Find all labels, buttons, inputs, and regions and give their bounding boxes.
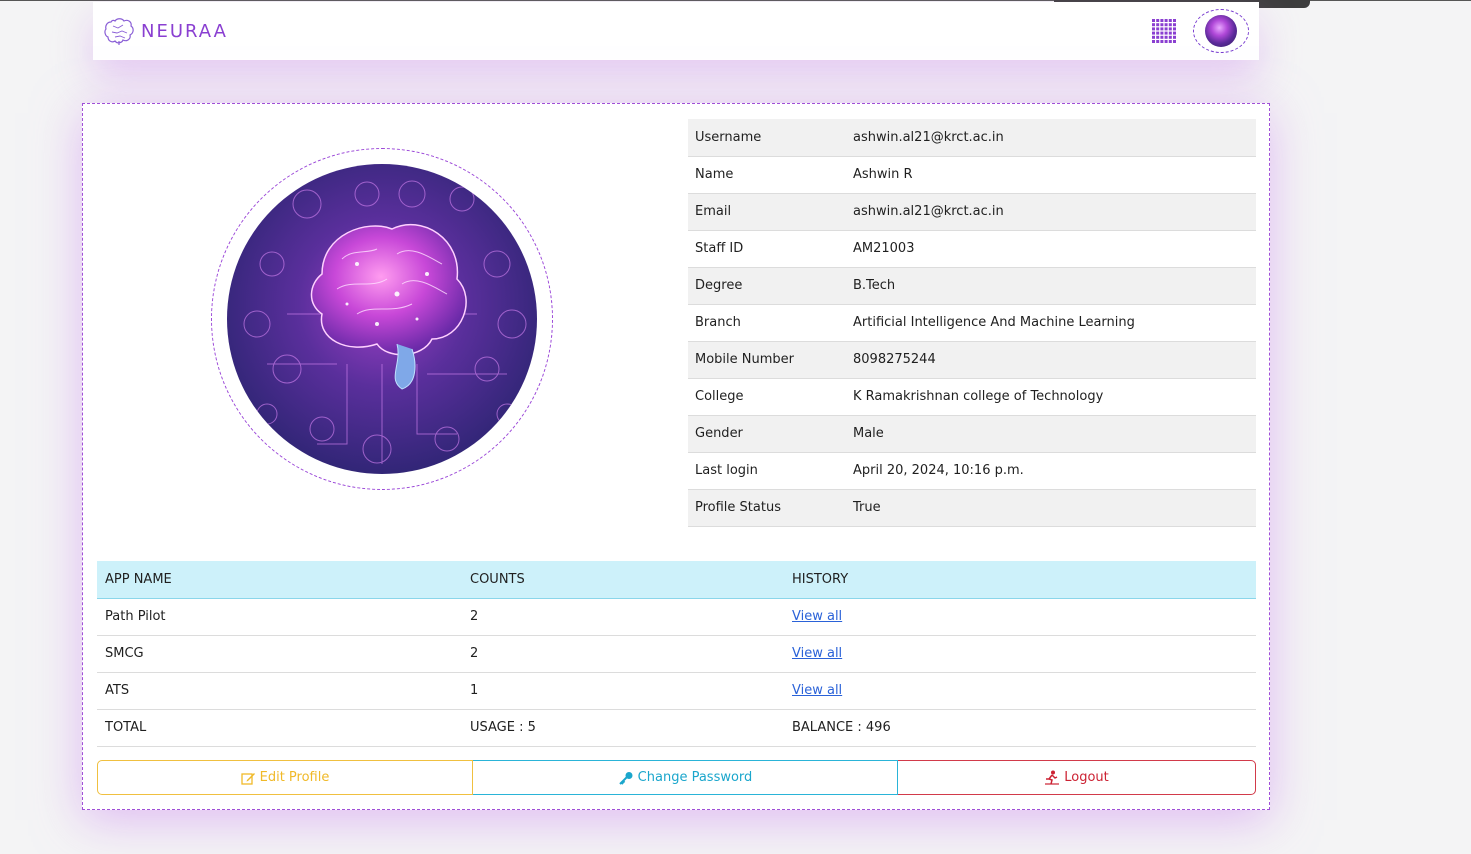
grid-apps-icon[interactable] [1151, 18, 1177, 44]
profile-field-row: College K Ramakrishnan college of Technol… [688, 378, 1256, 416]
edit-profile-button[interactable]: Edit Profile [97, 760, 473, 795]
profile-field-label: Email [688, 193, 846, 231]
column-header-history: HISTORY [784, 561, 1256, 599]
brand[interactable]: NEURAA [103, 16, 228, 46]
app-count-cell: 1 [462, 672, 784, 710]
profile-field-row: Mobile Number 8098275244 [688, 341, 1256, 379]
profile-field-label: Mobile Number [688, 341, 846, 379]
logout-icon [1045, 770, 1060, 785]
app-count-cell: 2 [462, 635, 784, 673]
total-balance: BALANCE : 496 [784, 709, 1256, 747]
key-icon [618, 771, 633, 785]
profile-field-row: Gender Male [688, 415, 1256, 453]
table-row: SMCG 2 View all [97, 635, 1256, 673]
view-all-link[interactable]: View all [792, 683, 842, 698]
navbar: NEURAA [93, 2, 1259, 60]
avatar [1205, 15, 1237, 47]
total-row: TOTAL USAGE : 5 BALANCE : 496 [97, 709, 1256, 747]
profile-field-value: Artificial Intelligence And Machine Lear… [846, 304, 1256, 342]
change-password-button[interactable]: Change Password [473, 760, 898, 795]
profile-field-row: Email ashwin.al21@krct.ac.in [688, 193, 1256, 231]
profile-field-label: Staff ID [688, 230, 846, 268]
app-usage-table: APP NAME COUNTS HISTORY Path Pilot 2 Vie… [97, 561, 1256, 747]
profile-field-value: 8098275244 [846, 341, 1256, 379]
profile-field-value: K Ramakrishnan college of Technology [846, 378, 1256, 416]
avatar-button[interactable] [1193, 9, 1249, 53]
profile-field-value: Male [846, 415, 1256, 453]
profile-field-value: ashwin.al21@krct.ac.in [846, 193, 1256, 231]
profile-field-label: Gender [688, 415, 846, 453]
view-all-link[interactable]: View all [792, 609, 842, 624]
profile-field-row: Staff ID AM21003 [688, 230, 1256, 268]
profile-image [227, 164, 537, 474]
logout-button[interactable]: Logout [898, 760, 1256, 795]
logout-label: Logout [1064, 770, 1109, 785]
profile-field-value: ashwin.al21@krct.ac.in [846, 119, 1256, 157]
profile-field-row: Name Ashwin R [688, 156, 1256, 194]
profile-field-row: Branch Artificial Intelligence And Machin… [688, 304, 1256, 342]
view-all-link[interactable]: View all [792, 646, 842, 661]
app-count-cell: 2 [462, 598, 784, 636]
column-header-counts: COUNTS [462, 561, 784, 599]
profile-field-label: Username [688, 119, 846, 157]
brand-name: NEURAA [141, 20, 228, 42]
profile-field-value: AM21003 [846, 230, 1256, 268]
profile-field-row: Profile Status True [688, 489, 1256, 527]
profile-actions: Edit Profile Change Password Logout [97, 760, 1256, 795]
profile-field-row: Username ashwin.al21@krct.ac.in [688, 119, 1256, 157]
profile-field-value: B.Tech [846, 267, 1256, 305]
table-header-row: APP NAME COUNTS HISTORY [97, 561, 1256, 599]
change-password-label: Change Password [637, 770, 753, 785]
profile-image-frame [211, 148, 553, 490]
brain-icon [104, 18, 134, 45]
profile-field-label: Degree [688, 267, 846, 305]
profile-field-value: April 20, 2024, 10:16 p.m. [846, 452, 1256, 490]
edit-profile-label: Edit Profile [259, 770, 330, 785]
profile-field-label: College [688, 378, 846, 416]
profile-field-label: Profile Status [688, 489, 846, 527]
app-name-cell: Path Pilot [97, 598, 462, 636]
profile-field-label: Name [688, 156, 846, 194]
profile-field-value: True [846, 489, 1256, 527]
profile-field-row: Degree B.Tech [688, 267, 1256, 305]
profile-field-value: Ashwin R [846, 156, 1256, 194]
table-row: Path Pilot 2 View all [97, 598, 1256, 636]
app-name-cell: ATS [97, 672, 462, 710]
edit-icon [240, 772, 255, 785]
profile-field-label: Branch [688, 304, 846, 342]
column-header-app-name: APP NAME [97, 561, 462, 599]
profile-field-row: Last login April 20, 2024, 10:16 p.m. [688, 452, 1256, 490]
profile-field-label: Last login [688, 452, 846, 490]
total-usage: USAGE : 5 [462, 709, 784, 747]
table-row: ATS 1 View all [97, 672, 1256, 710]
profile-details-table: Username ashwin.al21@krct.ac.in Name Ashwin… [688, 119, 1256, 527]
total-label: TOTAL [97, 709, 462, 747]
app-name-cell: SMCG [97, 635, 462, 673]
profile-card: Username ashwin.al21@krct.ac.in Name Ashwin… [82, 103, 1270, 810]
